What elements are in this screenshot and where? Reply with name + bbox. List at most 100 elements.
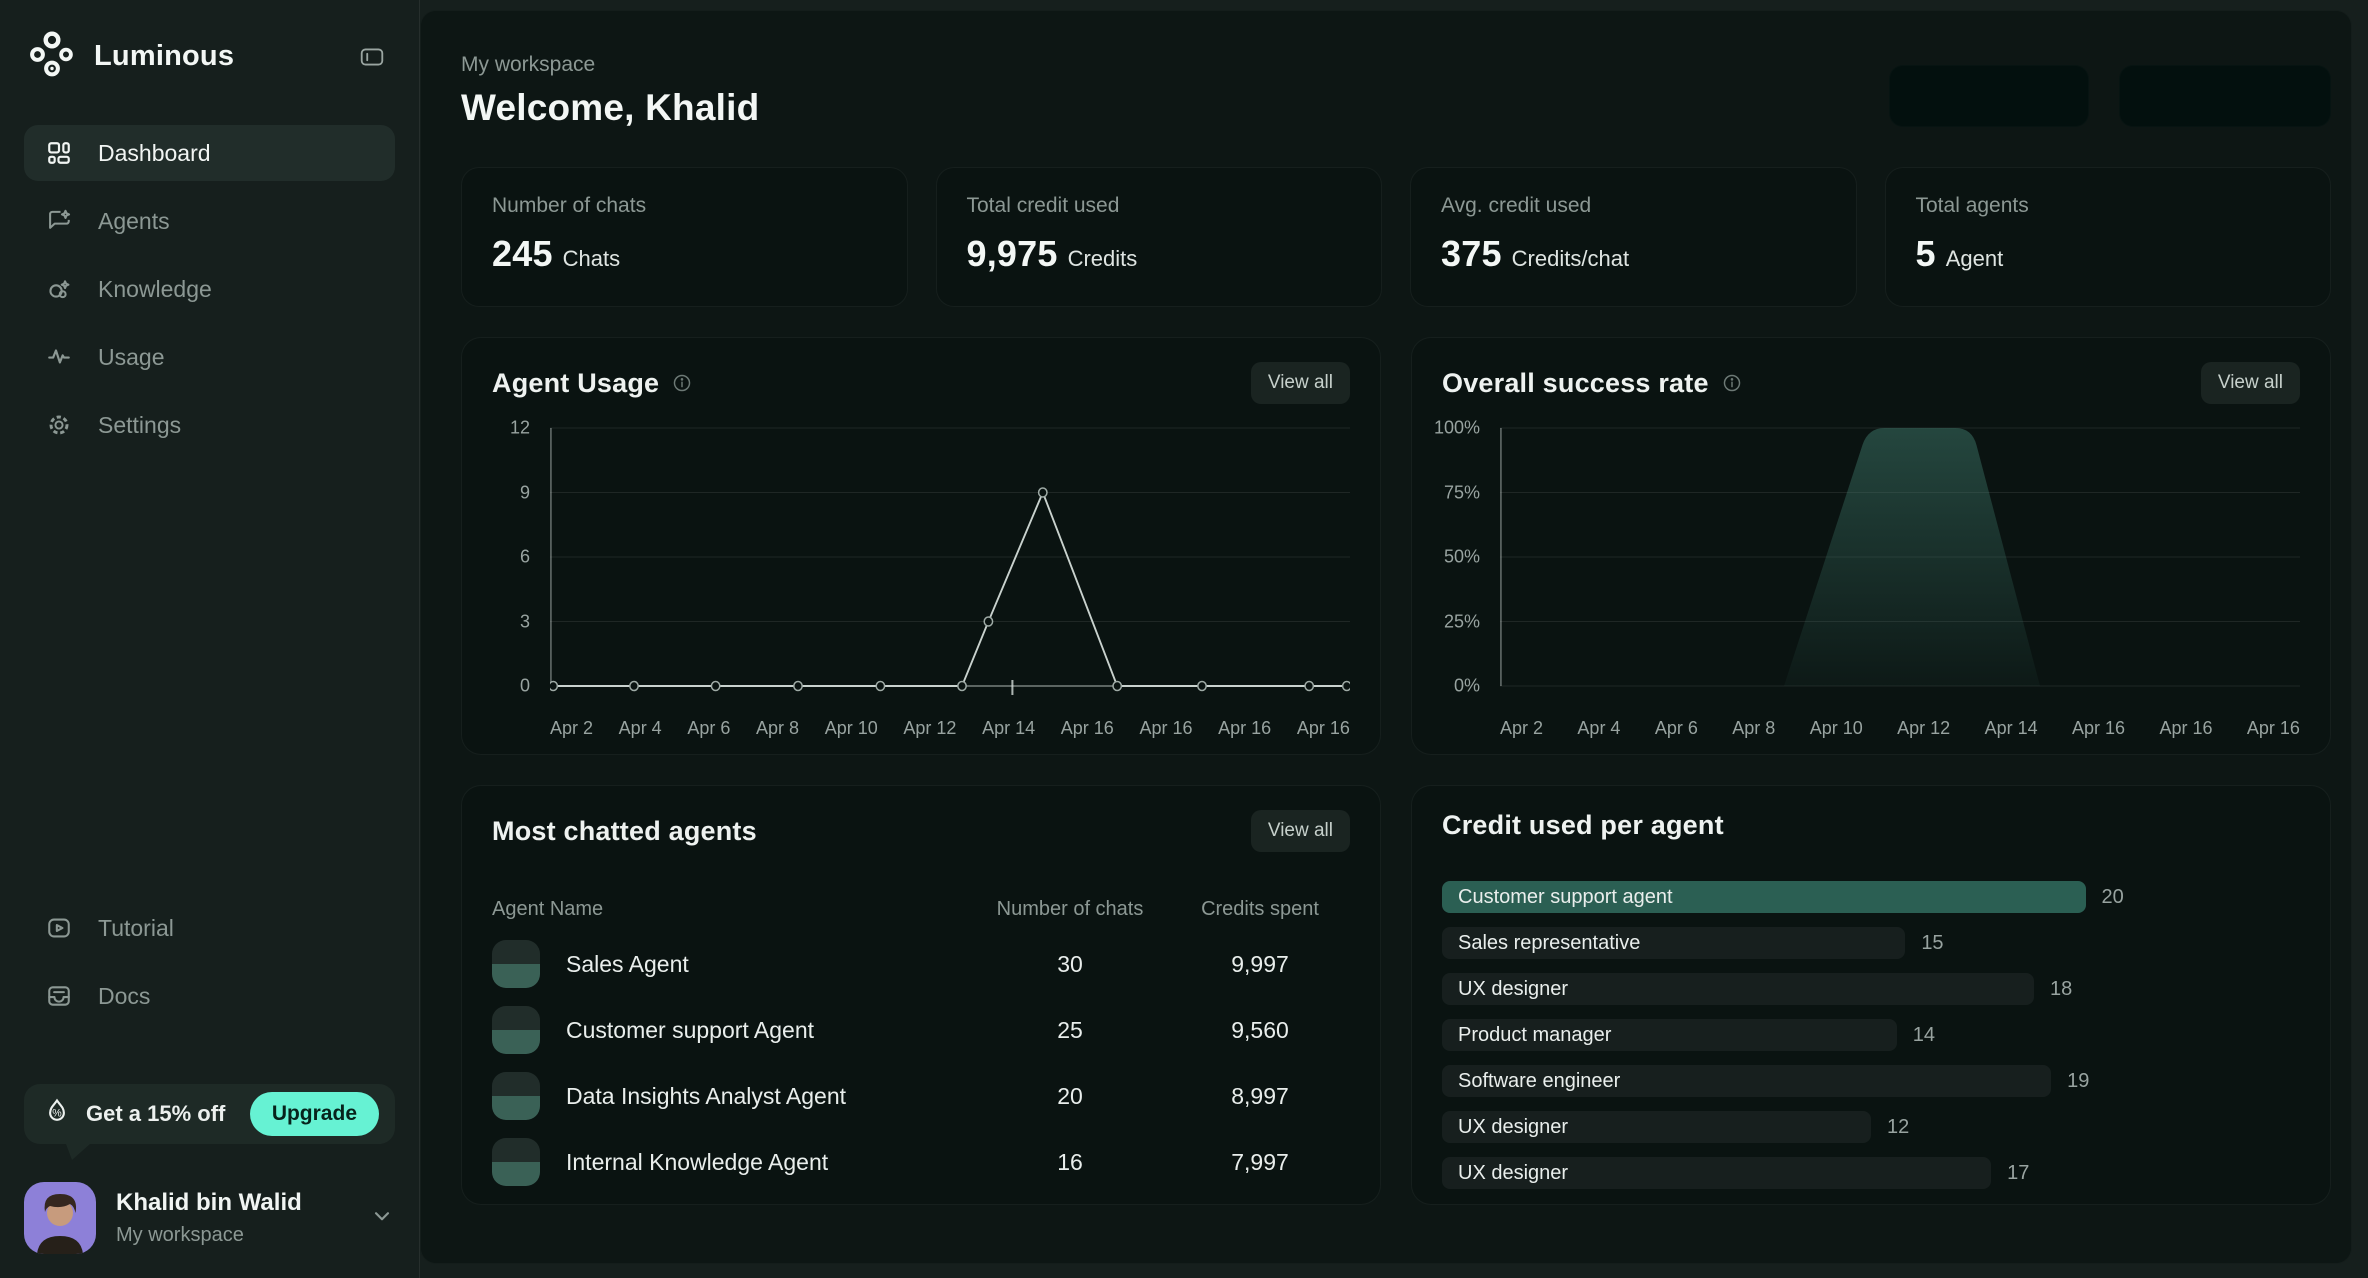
- sidebar-item-label: Tutorial: [98, 915, 174, 942]
- agents-icon: [46, 208, 72, 234]
- table-row[interactable]: Sales Agent 30 9,997: [492, 931, 1350, 997]
- view-all-button[interactable]: View all: [2201, 362, 2300, 404]
- table-row[interactable]: Data Insights Analyst Agent 20 8,997: [492, 1063, 1350, 1129]
- credit-bar-row: Customer support agent 20: [1442, 881, 2300, 913]
- credit-bar: Product manager: [1442, 1019, 1897, 1051]
- dashboard-icon: [46, 140, 72, 166]
- x-tick-label: Apr 10: [1810, 718, 1863, 744]
- chevron-down-icon: [369, 1203, 395, 1234]
- y-tick-label: 100%: [1434, 418, 1480, 439]
- avatar: [24, 1182, 96, 1254]
- y-axis-labels: 0%25%50%75%100%: [1442, 418, 1490, 710]
- table-row[interactable]: Internal Knowledge Agent 16 7,997: [492, 1129, 1350, 1195]
- credit-bars: Customer support agent 20 Sales represen…: [1442, 881, 2300, 1189]
- credit-bar: UX designer: [1442, 1111, 1871, 1143]
- profile-workspace: My workspace: [116, 1224, 302, 1247]
- agent-name: Sales Agent: [566, 951, 689, 978]
- section-title: Overall success rate: [1442, 368, 1709, 399]
- x-tick-label: Apr 16: [1218, 718, 1271, 744]
- chat-count: 30: [970, 951, 1170, 978]
- header-action-placeholder-1[interactable]: [1889, 65, 2089, 127]
- brand-name: Luminous: [94, 40, 234, 73]
- info-icon[interactable]: [671, 372, 693, 394]
- bar-value: 20: [2102, 886, 2124, 909]
- sidebar-item-label: Usage: [98, 344, 164, 371]
- sidebar-item-docs[interactable]: Docs: [24, 968, 395, 1024]
- x-tick-label: Apr 16: [1297, 718, 1350, 744]
- credit-bar-row: Software engineer 19: [1442, 1065, 2300, 1097]
- x-tick-label: Apr 10: [825, 718, 878, 744]
- bar-label: Sales representative: [1458, 932, 1640, 955]
- x-tick-label: Apr 16: [1061, 718, 1114, 744]
- sidebar-item-usage[interactable]: Usage: [24, 329, 395, 385]
- x-tick-label: Apr 4: [1577, 718, 1620, 744]
- y-tick-label: 9: [520, 482, 530, 503]
- x-tick-label: Apr 12: [1897, 718, 1950, 744]
- agent-avatar: [492, 940, 540, 988]
- table-row[interactable]: Customer support Agent 25 9,560: [492, 997, 1350, 1063]
- sidebar: Luminous Dashboard Agents Knowledge: [0, 0, 420, 1278]
- section-title: Most chatted agents: [492, 816, 757, 847]
- promo-banner: % Get a 15% off Upgrade: [24, 1084, 395, 1144]
- credit-bar: Customer support agent: [1442, 881, 2086, 913]
- profile-menu[interactable]: Khalid bin Walid My workspace: [24, 1182, 395, 1254]
- x-tick-label: Apr 16: [1139, 718, 1192, 744]
- stat-label: Total agents: [1916, 194, 2301, 218]
- sidebar-item-knowledge[interactable]: Knowledge: [24, 261, 395, 317]
- bottom-row: Most chatted agents View all Agent Name …: [461, 785, 2331, 1205]
- stats-row: Number of chats 245Chats Total credit us…: [461, 167, 2331, 307]
- page-title: Welcome, Khalid: [461, 87, 759, 129]
- sidebar-item-dashboard[interactable]: Dashboard: [24, 125, 395, 181]
- sidebar-toggle-icon: [357, 44, 387, 70]
- sidebar-item-settings[interactable]: Settings: [24, 397, 395, 453]
- credit-bar-row: UX designer 17: [1442, 1157, 2300, 1189]
- knowledge-icon: [46, 276, 72, 302]
- upgrade-button[interactable]: Upgrade: [250, 1092, 379, 1136]
- credits-spent: 9,997: [1170, 951, 1350, 978]
- info-icon[interactable]: [1721, 372, 1743, 394]
- agent-name: Customer support Agent: [566, 1017, 814, 1044]
- sidebar-item-tutorial[interactable]: Tutorial: [24, 900, 395, 956]
- x-tick-label: Apr 2: [550, 718, 593, 744]
- credit-bar-row: Sales representative 15: [1442, 927, 2300, 959]
- charts-row: Agent Usage View all 036912 Apr 2Apr 4Ap…: [461, 337, 2331, 755]
- bar-label: UX designer: [1458, 1116, 1568, 1139]
- view-all-button[interactable]: View all: [1251, 362, 1350, 404]
- promo-text: Get a 15% off: [86, 1101, 225, 1127]
- bar-value: 15: [1921, 932, 1943, 955]
- usage-activity-icon: [46, 344, 72, 370]
- page-header: My workspace Welcome, Khalid: [461, 53, 2331, 129]
- x-tick-label: Apr 14: [982, 718, 1035, 744]
- stat-value: 5: [1916, 233, 1936, 275]
- bar-label: UX designer: [1458, 978, 1568, 1001]
- bar-value: 17: [2007, 1162, 2029, 1185]
- credit-bar-row: UX designer 18: [1442, 973, 2300, 1005]
- agent-usage-chart: 036912 Apr 2Apr 4Apr 6Apr 8Apr 10Apr 12A…: [492, 418, 1350, 744]
- bar-value: 14: [1913, 1024, 1935, 1047]
- success-rate-chart: 0%25%50%75%100% Apr 2 Apr 4 Apr 6 Apr 8 Apr …: [1442, 418, 2300, 744]
- sidebar-collapse-button[interactable]: [353, 41, 391, 73]
- y-tick-label: 0: [520, 676, 530, 697]
- column-header: Agent Name: [492, 898, 970, 921]
- bar-label: Software engineer: [1458, 1070, 1620, 1093]
- header-action-placeholder-2[interactable]: [2119, 65, 2331, 127]
- x-tick-label: Apr 2: [1500, 718, 1543, 744]
- credits-spent: 8,997: [1170, 1083, 1350, 1110]
- chat-count: 25: [970, 1017, 1170, 1044]
- x-tick-label: Apr 16: [2159, 718, 2212, 744]
- table-body: Sales Agent 30 9,997 Customer support Ag…: [492, 931, 1350, 1195]
- stat-value: 9,975: [967, 233, 1058, 275]
- bar-value: 19: [2067, 1070, 2089, 1093]
- bar-value: 18: [2050, 978, 2072, 1001]
- header-actions: [1889, 65, 2331, 127]
- sidebar-item-agents[interactable]: Agents: [24, 193, 395, 249]
- x-tick-label: Apr 6: [1655, 718, 1698, 744]
- stat-card-total-credit: Total credit used 9,975Credits: [936, 167, 1383, 307]
- section-title: Agent Usage: [492, 368, 659, 399]
- view-all-button[interactable]: View all: [1251, 810, 1350, 852]
- credit-bar-row: Product manager 14: [1442, 1019, 2300, 1051]
- stat-label: Avg. credit used: [1441, 194, 1826, 218]
- bar-label: Product manager: [1458, 1024, 1611, 1047]
- x-tick-label: Apr 8: [1732, 718, 1775, 744]
- agent-avatar: [492, 1072, 540, 1120]
